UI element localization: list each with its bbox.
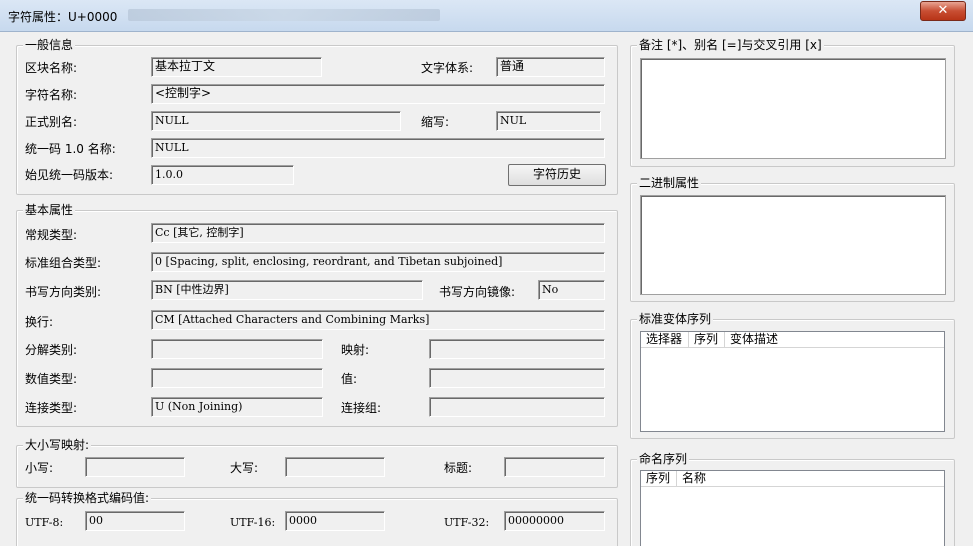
script-label: 文字体系: bbox=[421, 61, 474, 75]
value-label: 值: bbox=[341, 372, 358, 386]
line-break-label: 换行: bbox=[25, 315, 54, 329]
block-name-label: 区块名称: bbox=[25, 61, 78, 75]
combining-class-label: 标准组合类型: bbox=[25, 256, 102, 270]
mapping-field[interactable] bbox=[429, 339, 605, 359]
joining-group-label: 连接组: bbox=[341, 401, 382, 415]
titlecase-field[interactable] bbox=[504, 457, 605, 477]
binary-properties-legend: 二进制属性 bbox=[637, 176, 702, 190]
script-field[interactable]: 普通 bbox=[496, 57, 605, 77]
window-titlebar[interactable]: 字符属性：U+0000 ✕ bbox=[0, 0, 973, 32]
abbrev-label: 缩写: bbox=[421, 115, 450, 129]
variation-sequences-list[interactable]: 选择器 序列 变体描述 bbox=[640, 331, 945, 432]
decomp-type-label: 分解类别: bbox=[25, 343, 78, 357]
unicode1-name-label: 统一码 1.0 名称: bbox=[25, 142, 116, 156]
utf32-field[interactable]: 00000000 bbox=[504, 511, 605, 531]
char-name-label: 字符名称: bbox=[25, 88, 78, 102]
bidi-mirror-field[interactable]: No bbox=[538, 280, 605, 300]
joining-type-field[interactable]: U (Non Joining) bbox=[151, 397, 323, 417]
numeric-type-field[interactable] bbox=[151, 368, 323, 388]
joining-type-label: 连接类型: bbox=[25, 401, 78, 415]
column-header-selector[interactable]: 选择器 bbox=[641, 332, 689, 348]
numeric-type-label: 数值类型: bbox=[25, 372, 78, 386]
general-category-field[interactable]: Cc [其它, 控制字] bbox=[151, 223, 605, 243]
lowercase-field[interactable] bbox=[85, 457, 185, 477]
block-name-field[interactable]: 基本拉丁文 bbox=[151, 57, 322, 77]
formal-alias-field[interactable]: NULL bbox=[151, 111, 401, 131]
variation-list-header: 选择器 序列 变体描述 bbox=[641, 332, 944, 348]
utf16-field[interactable]: 0000 bbox=[285, 511, 385, 531]
line-break-field[interactable]: CM [Attached Characters and Combining Ma… bbox=[151, 310, 605, 330]
notes-legend: 备注 [*]、别名 [=]与交叉引用 [x] bbox=[637, 38, 824, 52]
utf16-label: UTF-16: bbox=[230, 516, 276, 529]
combining-class-field[interactable]: 0 [Spacing, split, enclosing, reordrant,… bbox=[151, 252, 605, 272]
uppercase-field[interactable] bbox=[285, 457, 385, 477]
formal-alias-label: 正式别名: bbox=[25, 115, 78, 129]
abbrev-field[interactable]: NUL bbox=[496, 111, 601, 131]
char-history-button[interactable]: 字符历史 bbox=[508, 164, 606, 186]
variation-sequences-legend: 标准变体序列 bbox=[637, 312, 714, 326]
notes-textbox[interactable] bbox=[640, 58, 946, 159]
column-header-variant-desc[interactable]: 变体描述 bbox=[725, 332, 945, 348]
case-mapping-legend: 大小写映射: bbox=[23, 438, 92, 452]
first-version-field[interactable]: 1.0.0 bbox=[151, 165, 294, 185]
general-info-legend: 一般信息 bbox=[23, 38, 76, 52]
titlecase-label: 标题: bbox=[444, 461, 473, 475]
bidi-mirror-label: 书写方向镜像: bbox=[439, 285, 516, 299]
value-field[interactable] bbox=[429, 368, 605, 388]
utf-encoding-legend: 统一码转换格式编码值: bbox=[23, 491, 152, 505]
binary-properties-textbox[interactable] bbox=[640, 195, 946, 295]
decomp-type-field[interactable] bbox=[151, 339, 323, 359]
general-category-label: 常规类型: bbox=[25, 228, 78, 242]
named-sequences-legend: 命名序列 bbox=[637, 452, 690, 466]
char-name-field[interactable]: <控制字> bbox=[151, 84, 605, 104]
utf8-label: UTF-8: bbox=[25, 516, 64, 529]
title-blurred-region bbox=[128, 9, 440, 21]
joining-group-field[interactable] bbox=[429, 397, 605, 417]
utf8-field[interactable]: 00 bbox=[85, 511, 185, 531]
basic-properties-legend: 基本属性 bbox=[23, 203, 76, 217]
mapping-label: 映射: bbox=[341, 343, 370, 357]
named-list-header: 序列 名称 bbox=[641, 471, 944, 487]
window-title: 字符属性：U+0000 bbox=[8, 10, 118, 24]
column-header-sequence[interactable]: 序列 bbox=[689, 332, 725, 348]
unicode1-name-field[interactable]: NULL bbox=[151, 138, 605, 158]
column-header-sequence[interactable]: 序列 bbox=[641, 471, 677, 487]
utf32-label: UTF-32: bbox=[444, 516, 490, 529]
uppercase-label: 大写: bbox=[230, 461, 259, 475]
named-sequences-list[interactable]: 序列 名称 bbox=[640, 470, 945, 546]
column-header-name[interactable]: 名称 bbox=[677, 471, 945, 487]
bidi-class-label: 书写方向类别: bbox=[25, 285, 102, 299]
close-button[interactable]: ✕ bbox=[920, 1, 966, 21]
bidi-class-field[interactable]: BN [中性边界] bbox=[151, 280, 423, 300]
first-version-label: 始见统一码版本: bbox=[25, 168, 114, 182]
lowercase-label: 小写: bbox=[25, 461, 54, 475]
